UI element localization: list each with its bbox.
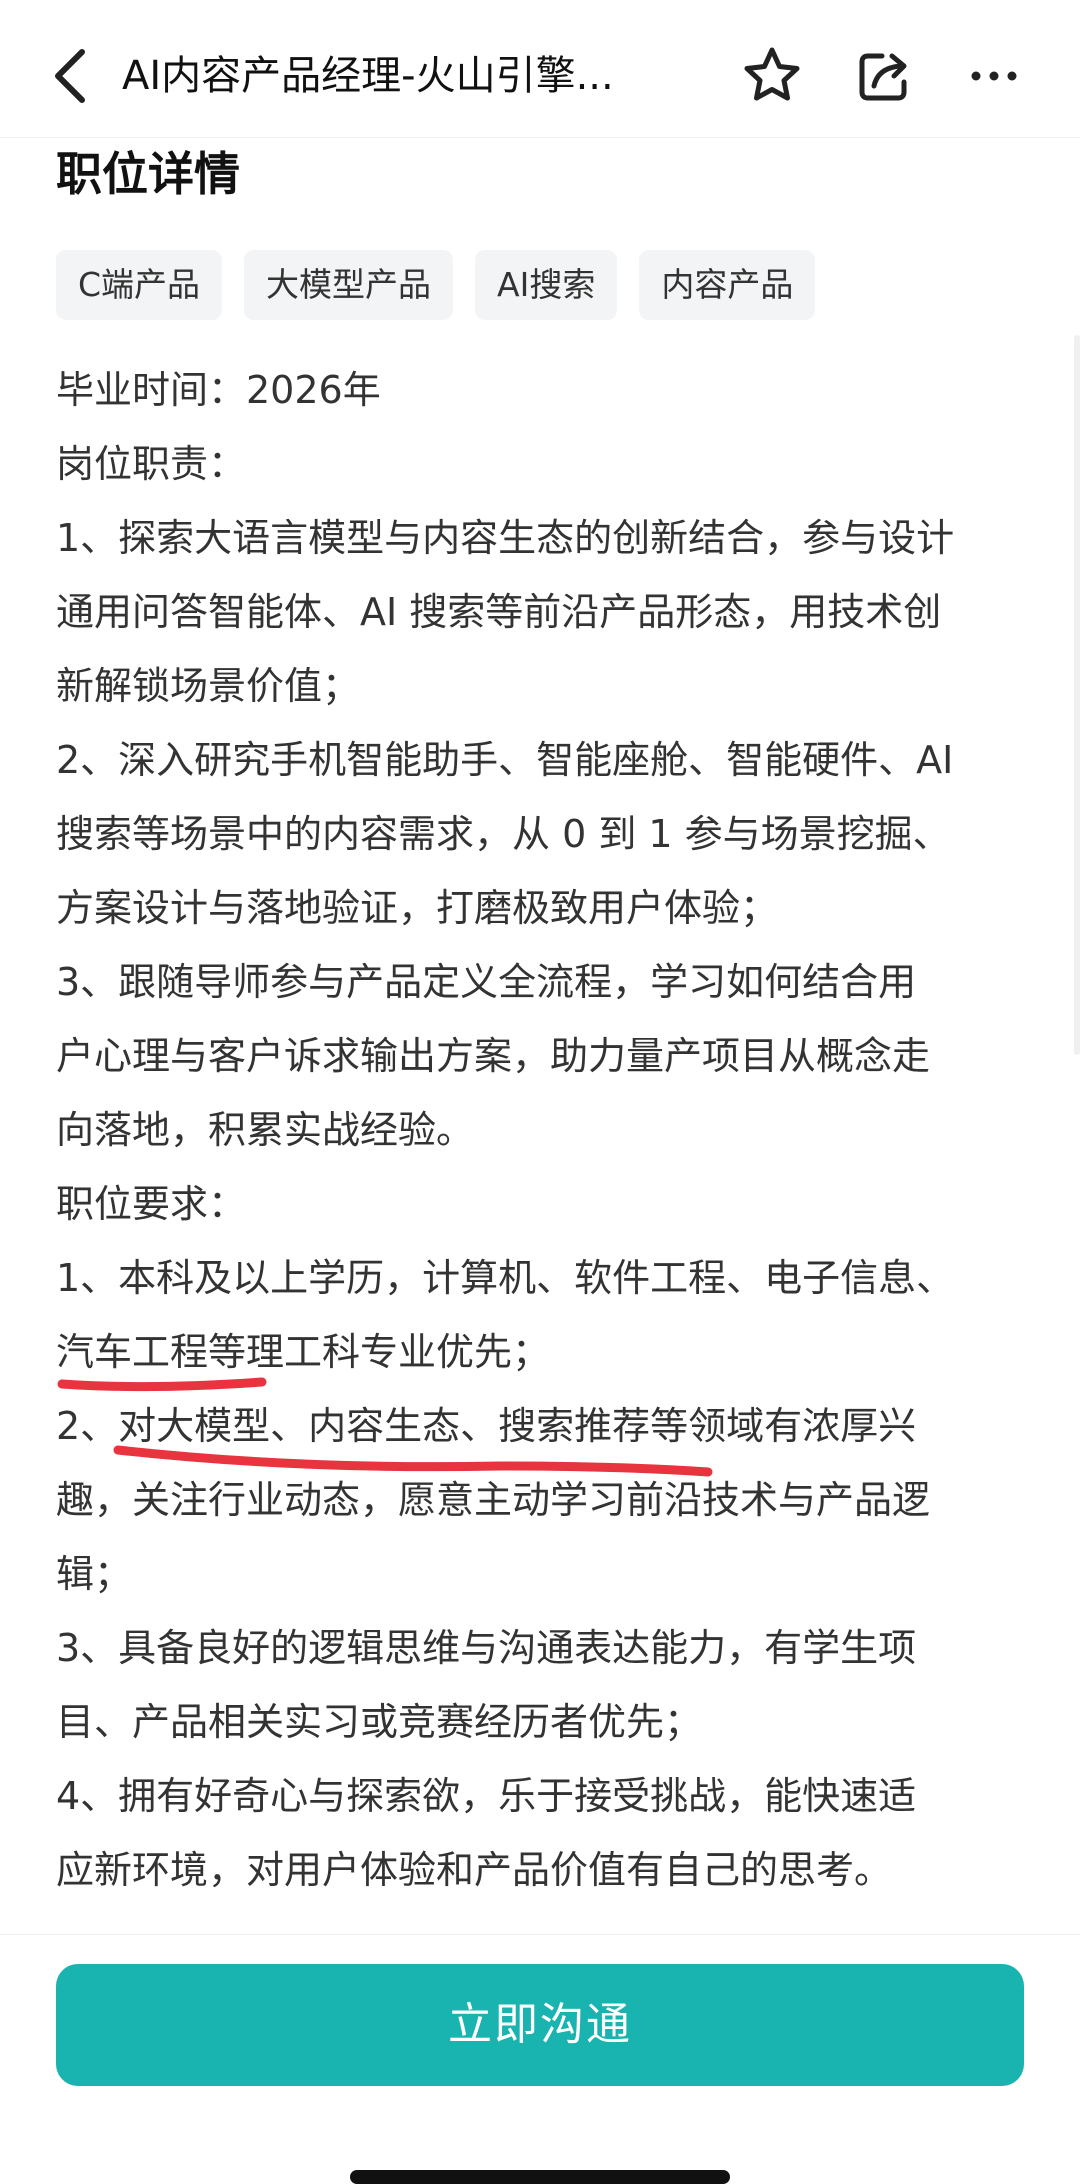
description-line: 3、跟随导师参与产品定义全流程，学习如何结合用 bbox=[56, 960, 917, 1004]
description-line: 3、具备良好的逻辑思维与沟通表达能力，有学生项 bbox=[56, 1626, 917, 1670]
bottom-divider bbox=[0, 1934, 1080, 1935]
requirements-heading: 职位要求： bbox=[56, 1182, 247, 1226]
description-line: 户心理与客户诉求输出方案，助力量产项目从概念走 bbox=[56, 1034, 931, 1078]
more-options-button[interactable] bbox=[962, 44, 1026, 108]
share-icon bbox=[859, 53, 907, 101]
chat-now-button[interactable]: 立即沟通 bbox=[56, 1964, 1024, 2086]
description-line: 新解锁场景价值； bbox=[56, 664, 361, 708]
job-title: AI内容产品经理-火山引擎... bbox=[122, 53, 614, 99]
top-nav-bar: AI内容产品经理-火山引擎... bbox=[0, 0, 1080, 138]
back-button[interactable] bbox=[44, 36, 104, 116]
chevron-left-icon bbox=[55, 49, 85, 103]
description-line: 搜索等场景中的内容需求，从 0 到 1 参与场景挖掘、 bbox=[56, 812, 951, 856]
description-line: 通用问答智能体、AI 搜索等前沿产品形态，用技术创 bbox=[56, 590, 942, 634]
favorite-button[interactable] bbox=[740, 44, 804, 108]
share-button[interactable] bbox=[852, 44, 916, 108]
tag-large-model-product: 大模型产品 bbox=[244, 250, 454, 320]
description-line: 4、拥有好奇心与探索欲，乐于接受挑战，能快速适 bbox=[56, 1774, 917, 1818]
graduation-time-line: 毕业时间：2026年 bbox=[56, 368, 381, 412]
description-line: 向落地，积累实战经验。 bbox=[56, 1108, 475, 1152]
responsibilities-heading: 岗位职责： bbox=[56, 442, 247, 486]
description-line: 应新环境，对用户体验和产品价值有自己的思考。 bbox=[56, 1848, 893, 1892]
description-line: 方案设计与落地验证，打磨极致用户体验； bbox=[56, 886, 779, 930]
description-line: 1、探索大语言模型与内容生态的创新结合，参与设计 bbox=[56, 516, 955, 560]
job-description: 毕业时间：2026年 岗位职责： 1、探索大语言模型与内容生态的创新结合，参与设… bbox=[56, 353, 1036, 1907]
scrollbar[interactable] bbox=[1074, 335, 1080, 1055]
star-outline-icon bbox=[744, 47, 800, 101]
more-horizontal-icon bbox=[971, 71, 1017, 81]
job-tags: C端产品 大模型产品 AI搜索 内容产品 bbox=[56, 250, 816, 320]
description-line: 趣，关注行业动态，愿意主动学习前沿技术与产品逻 bbox=[56, 1478, 931, 1522]
home-indicator bbox=[350, 2170, 730, 2184]
description-line: 汽车工程等理工科专业优先； bbox=[56, 1330, 551, 1374]
description-line: 2、深入研究手机智能助手、智能座舱、智能硬件、AI bbox=[56, 738, 954, 782]
tag-content-product: 内容产品 bbox=[639, 250, 816, 320]
tag-ai-search: AI搜索 bbox=[475, 250, 618, 320]
description-line: 1、本科及以上学历，计算机、软件工程、电子信息、 bbox=[56, 1256, 955, 1300]
description-line: 辑； bbox=[56, 1552, 133, 1596]
section-title: 职位详情 bbox=[56, 147, 240, 201]
description-line: 2、对大模型、内容生态、搜索推荐等领域有浓厚兴 bbox=[56, 1404, 917, 1448]
tag-c-end-product: C端产品 bbox=[56, 250, 223, 320]
description-line: 目、产品相关实习或竞赛经历者优先； bbox=[56, 1700, 703, 1744]
